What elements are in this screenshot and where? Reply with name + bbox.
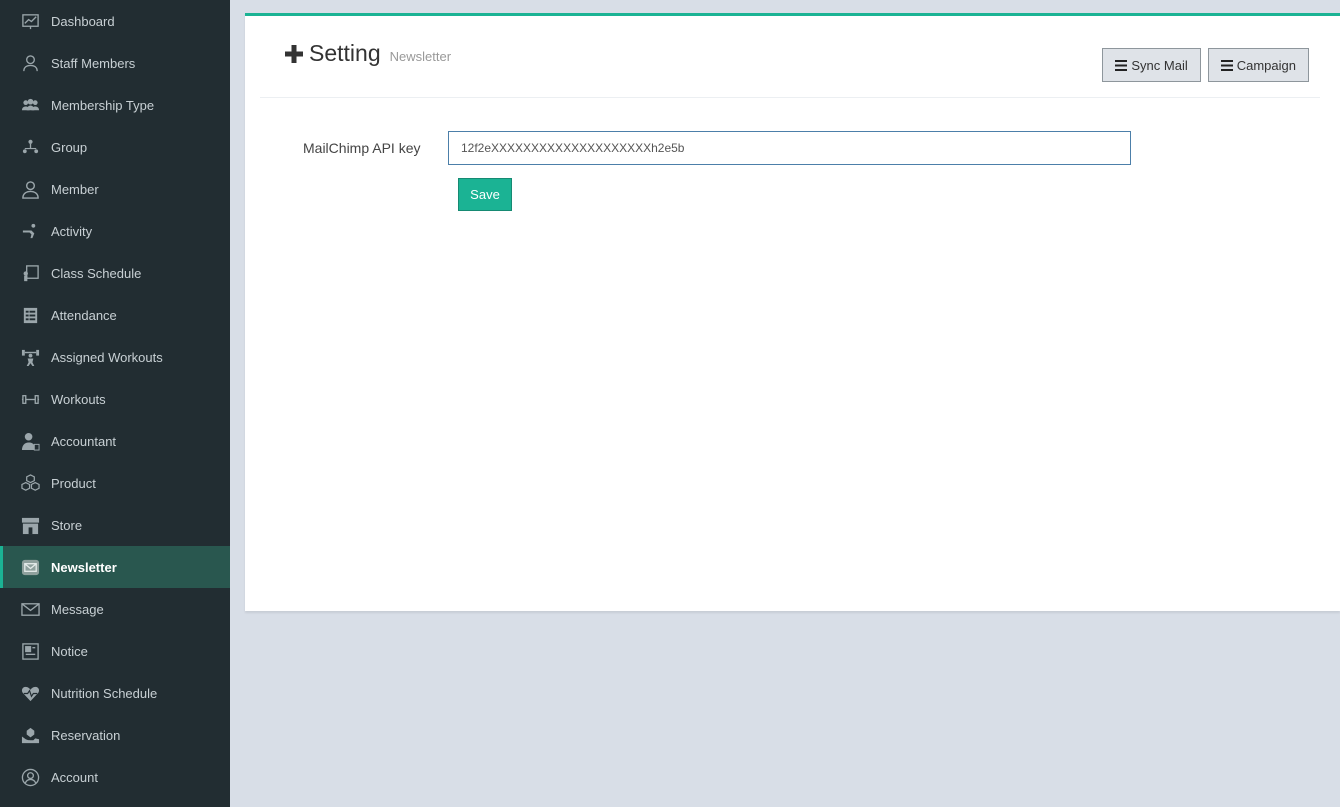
sidebar-item-label: Store xyxy=(51,517,83,533)
assigned-workouts-icon xyxy=(20,347,40,367)
newsletter-icon xyxy=(20,557,40,577)
campaign-button[interactable]: Campaign xyxy=(1207,48,1309,82)
list-icon xyxy=(1220,59,1233,71)
sync-mail-button[interactable]: Sync Mail xyxy=(1102,48,1201,82)
plus-icon xyxy=(285,44,303,63)
staff-icon xyxy=(20,53,40,73)
membership-icon xyxy=(20,95,40,115)
sidebar-item-newsletter[interactable]: Newsletter xyxy=(0,546,230,588)
save-button[interactable]: Save xyxy=(458,178,512,211)
sidebar-item-label: Accountant xyxy=(51,433,117,449)
sidebar-item-label: Product xyxy=(51,475,96,491)
sidebar-item-nutrition-schedule[interactable]: Nutrition Schedule xyxy=(0,672,230,714)
api-key-label: MailChimp API key xyxy=(303,140,421,156)
sidebar-item-attendance[interactable]: Attendance xyxy=(0,294,230,336)
sidebar-item-label: Class Schedule xyxy=(51,265,142,281)
settings-panel: Setting Newsletter Sync Mail Campaign Ma… xyxy=(245,13,1340,611)
member-icon xyxy=(20,179,40,199)
campaign-label: Campaign xyxy=(1236,57,1296,73)
header-actions: Sync Mail Campaign xyxy=(1102,48,1309,82)
sidebar-item-label: Member xyxy=(51,181,99,197)
activity-icon xyxy=(20,221,40,241)
dashboard-icon xyxy=(20,11,40,31)
sidebar-item-store[interactable]: Store xyxy=(0,504,230,546)
sidebar-item-membership-type[interactable]: Membership Type xyxy=(0,84,230,126)
sidebar-item-dashboard[interactable]: Dashboard xyxy=(0,0,230,42)
sidebar-item-label: Activity xyxy=(51,223,93,239)
class-schedule-icon xyxy=(20,263,40,283)
reservation-icon xyxy=(20,725,40,745)
workouts-icon xyxy=(20,389,40,409)
account-icon xyxy=(20,767,40,787)
sidebar-item-label: Nutrition Schedule xyxy=(51,685,158,701)
group-icon xyxy=(20,137,40,157)
sidebar-item-label: Membership Type xyxy=(51,97,155,113)
page-subtitle: Newsletter xyxy=(389,49,452,64)
list-icon xyxy=(1115,59,1128,71)
api-key-input[interactable] xyxy=(448,131,1131,165)
sidebar-item-message[interactable]: Message xyxy=(0,588,230,630)
sidebar-item-label: Group xyxy=(51,139,88,155)
panel-header: Setting Newsletter Sync Mail Campaign xyxy=(260,16,1320,98)
sidebar-item-label: Reservation xyxy=(51,727,121,743)
sidebar-item-label: Workouts xyxy=(51,391,106,407)
sidebar-item-product[interactable]: Product xyxy=(0,462,230,504)
page-title-group: Setting Newsletter xyxy=(285,40,451,67)
nutrition-icon xyxy=(20,683,40,703)
page-title: Setting xyxy=(309,40,381,66)
sidebar-item-label: Assigned Workouts xyxy=(51,349,163,365)
sidebar-item-member[interactable]: Member xyxy=(0,168,230,210)
message-icon xyxy=(20,599,40,619)
sidebar: Dashboard Staff Members Membership Type … xyxy=(0,0,230,807)
accountant-icon xyxy=(20,431,40,451)
sidebar-item-class-schedule[interactable]: Class Schedule xyxy=(0,252,230,294)
sidebar-item-account[interactable]: Account xyxy=(0,756,230,798)
notice-icon xyxy=(20,641,40,661)
store-icon xyxy=(20,515,40,535)
sidebar-item-label: Dashboard xyxy=(51,13,115,29)
attendance-icon xyxy=(20,305,40,325)
sidebar-item-notice[interactable]: Notice xyxy=(0,630,230,672)
sidebar-item-staff-members[interactable]: Staff Members xyxy=(0,42,230,84)
sidebar-item-label: Account xyxy=(51,769,98,785)
sidebar-item-workouts[interactable]: Workouts xyxy=(0,378,230,420)
sidebar-item-label: Newsletter xyxy=(51,559,117,575)
sidebar-item-label: Notice xyxy=(51,643,88,659)
api-key-row: MailChimp API key xyxy=(303,131,1131,165)
sidebar-item-accountant[interactable]: Accountant xyxy=(0,420,230,462)
sidebar-item-label: Attendance xyxy=(51,307,117,323)
sidebar-item-label: Message xyxy=(51,601,104,617)
sidebar-item-label: Staff Members xyxy=(51,55,136,71)
sidebar-item-group[interactable]: Group xyxy=(0,126,230,168)
sync-mail-label: Sync Mail xyxy=(1131,57,1188,73)
product-icon xyxy=(20,473,40,493)
sidebar-item-reservation[interactable]: Reservation xyxy=(0,714,230,756)
sidebar-item-activity[interactable]: Activity xyxy=(0,210,230,252)
sidebar-item-assigned-workouts[interactable]: Assigned Workouts xyxy=(0,336,230,378)
